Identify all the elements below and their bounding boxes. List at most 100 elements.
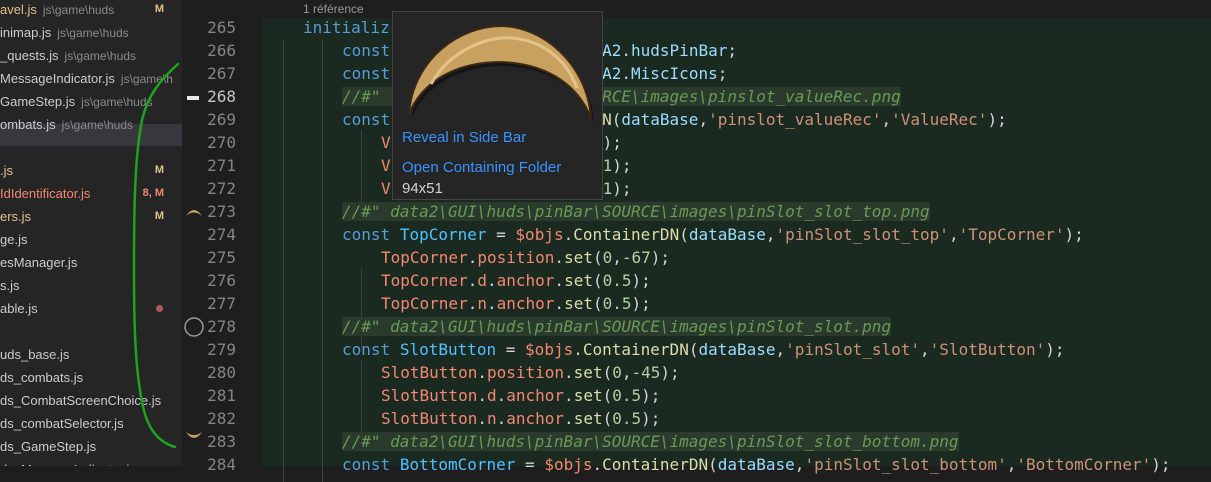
line-number[interactable]: 275	[190, 246, 236, 269]
indent-guide	[283, 40, 284, 482]
file-item[interactable]: able.js	[0, 297, 182, 320]
token-property: d	[486, 386, 497, 405]
file-directory: js\game\h	[120, 72, 173, 86]
token-punctuation: (	[592, 248, 603, 267]
file-item[interactable]: MessageIndicator.js js\game\h	[0, 67, 182, 90]
open-containing-folder-link[interactable]: Open Containing Folder	[402, 159, 561, 176]
line-number[interactable]: 276	[190, 269, 236, 292]
line-number[interactable]: 265	[190, 16, 236, 39]
file-item[interactable]	[0, 136, 182, 159]
line-number[interactable]: 282	[190, 407, 236, 430]
token-punctuation: .	[563, 225, 574, 244]
token-punctuation: (	[602, 363, 613, 382]
code-line[interactable]: //#" data2\GUI\huds\pinBar\SOURCE\images…	[342, 315, 892, 338]
file-item[interactable]: ds_combats.js	[0, 366, 182, 389]
token-punctuation: ,	[794, 455, 805, 474]
file-item[interactable]: GameStep.js js\game\huds	[0, 90, 182, 113]
file-label: ombats.js js\game\huds	[0, 113, 133, 137]
file-item[interactable]: IdIdentificator.js 8, M	[0, 182, 182, 205]
code-line[interactable]: //#" data2\GUI\huds\pinBar\SOURCE\images…	[342, 430, 959, 453]
file-item[interactable]: ers.js M	[0, 205, 182, 228]
token-punctuation: .	[621, 64, 632, 83]
token-punctuation: .	[554, 294, 565, 313]
file-item[interactable]: ds_combatSelector.js	[0, 412, 182, 435]
token-punctuation: ;	[717, 64, 728, 83]
file-label: ge.js	[0, 228, 33, 252]
file-item[interactable]: ds_GameStep.js	[0, 435, 182, 458]
file-item[interactable]: s.js	[0, 274, 182, 297]
token-punctuation: .	[496, 409, 507, 428]
token-function-name: set	[573, 386, 603, 405]
token-punctuation: );	[650, 248, 671, 267]
line-number[interactable]: 269	[190, 108, 236, 131]
file-name: ds_combatSelector.js	[0, 416, 124, 431]
file-item[interactable]: uds_base.js	[0, 343, 182, 366]
line-number[interactable]: 278	[190, 315, 236, 338]
code-line[interactable]: const SlotButton = $objs.ContainerDN(dat…	[342, 338, 1065, 361]
code-line[interactable]: initializ	[303, 16, 390, 39]
line-number[interactable]: 273	[190, 200, 236, 223]
token-comment: //#" data2\GUI\huds\pinBar\SOURCE\images…	[342, 432, 959, 451]
file-name: .js	[0, 163, 13, 178]
line-number[interactable]: 270	[190, 131, 236, 154]
token-punctuation: =	[486, 225, 516, 244]
line-number[interactable]: 277	[190, 292, 236, 315]
file-item[interactable]: .js M	[0, 159, 182, 182]
line-number[interactable]: 281	[190, 384, 236, 407]
token-string: 'TopCorner'	[958, 225, 1065, 244]
token-variable: MiscIcons	[631, 64, 718, 83]
token-punctuation	[390, 225, 400, 244]
token-punctuation: );	[612, 179, 632, 198]
code-line[interactable]: TopCorner.position.set(0,-67);	[381, 246, 670, 269]
token-punctuation: .	[467, 248, 478, 267]
file-item[interactable]: ge.js	[0, 228, 182, 251]
token-variable: hudsPinBar	[631, 41, 728, 60]
file-item[interactable]: avel.js js\game\huds M	[0, 0, 182, 21]
code-line[interactable]: const TopCorner = $objs.ContainerDN(data…	[342, 223, 1084, 246]
line-number[interactable]: 284	[190, 453, 236, 476]
line-number[interactable]: 272	[190, 177, 236, 200]
token-keyword: const	[342, 340, 391, 359]
file-item[interactable]	[0, 320, 182, 343]
file-label: esManager.js	[0, 251, 83, 275]
token-property: anchor	[506, 386, 565, 405]
token-property: anchor	[496, 271, 555, 290]
line-number[interactable]: 279	[190, 338, 236, 361]
line-number[interactable]: 271	[190, 154, 236, 177]
token-number: -45	[631, 363, 661, 382]
line-number[interactable]: 266	[190, 39, 236, 62]
line-number[interactable]: 280	[190, 361, 236, 384]
file-label: able.js	[0, 297, 44, 321]
file-item[interactable]: _quests.js js\game\huds	[0, 44, 182, 67]
file-name: ers.js	[0, 209, 32, 224]
line-number[interactable]: 267	[190, 62, 236, 85]
token-punctuation: );	[641, 386, 661, 405]
token-property: SlotButton	[381, 409, 478, 428]
token-punctuation: ,	[612, 248, 622, 267]
token-punctuation: );	[1045, 340, 1065, 359]
code-line[interactable]: TopCorner.n.anchor.set(0.5);	[381, 292, 651, 315]
code-line[interactable]: TopCorner.d.anchor.set(0.5);	[381, 269, 651, 292]
file-item[interactable]: ds_CombatScreenChoice.js	[0, 389, 182, 412]
token-property: SlotButton	[381, 386, 478, 405]
file-item[interactable]: inimap.js js\game\huds	[0, 21, 182, 44]
line-number[interactable]: 283	[190, 430, 236, 453]
code-line[interactable]: SlotButton.n.anchor.set(0.5);	[381, 407, 660, 430]
file-item[interactable]: ds_MessageIndicator.js	[0, 458, 182, 466]
token-punctuation: .	[564, 409, 574, 428]
explorer-panel: avel.js js\game\huds Minimap.js js\game\hud…	[0, 0, 182, 466]
line-number[interactable]: 268	[190, 85, 236, 108]
code-line[interactable]: SlotButton.d.anchor.set(0.5);	[381, 384, 660, 407]
file-item[interactable]: esManager.js	[0, 251, 182, 274]
token-keyword: const	[342, 110, 391, 129]
token-punctuation: );	[987, 110, 1007, 129]
line-number[interactable]: 274	[190, 223, 236, 246]
file-item[interactable]: ombats.js js\game\huds	[0, 113, 182, 136]
token-variable: dataBase	[621, 110, 699, 129]
reveal-in-sidebar-link[interactable]: Reveal in Side Bar	[402, 129, 526, 146]
code-line[interactable]: const BottomCorner = $objs.ContainerDN(d…	[342, 453, 1171, 476]
token-function-name: ContainerDN	[602, 455, 709, 474]
code-line[interactable]: //#" data2\GUI\huds\pinBar\SOURCE\images…	[342, 200, 930, 223]
token-property: n	[486, 409, 497, 428]
code-line[interactable]: SlotButton.position.set(0,-45);	[381, 361, 680, 384]
